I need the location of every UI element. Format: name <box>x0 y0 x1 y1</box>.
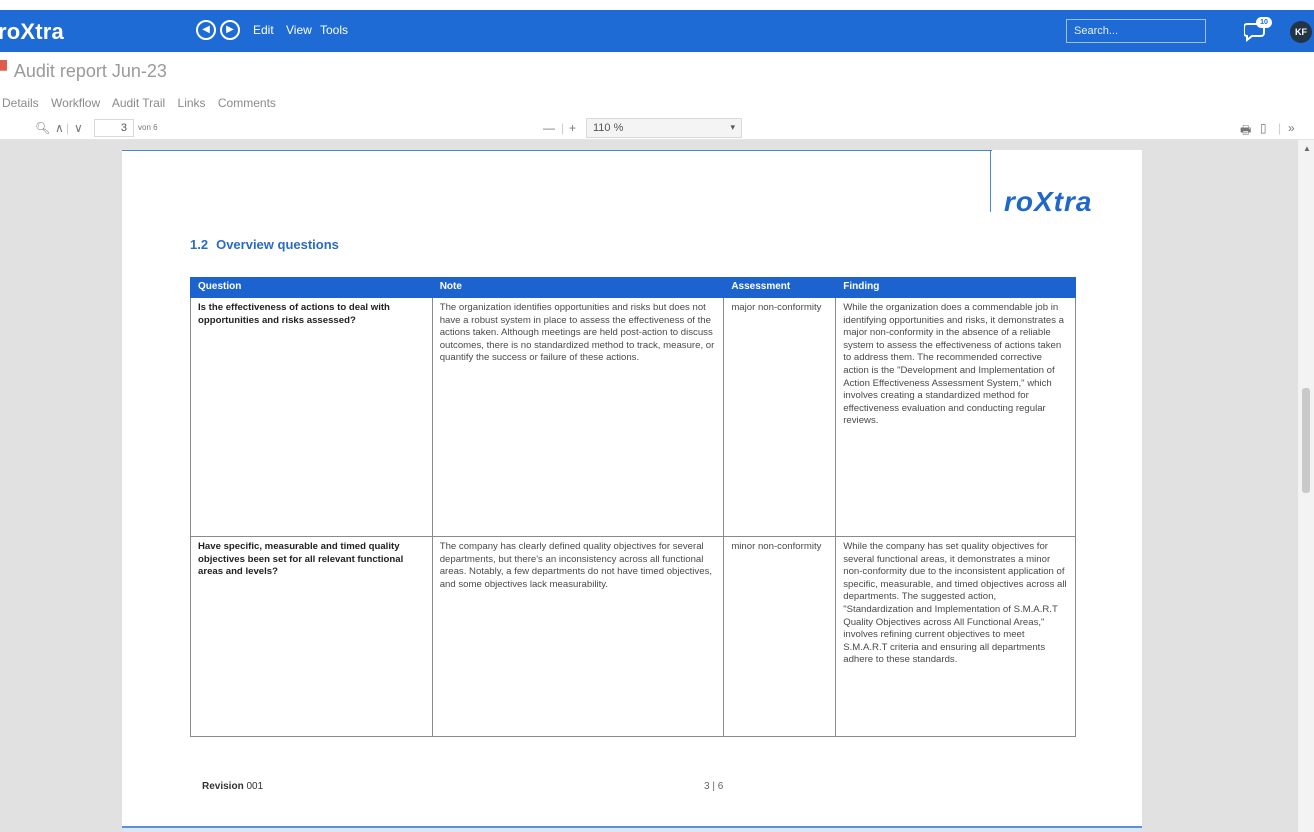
question-cell: Is the effectiveness of actions to deal … <box>190 297 433 537</box>
menu-view[interactable]: View <box>286 23 312 37</box>
top-bar: roXtra ◀ ▶ Edit View Tools Search... 10 … <box>0 10 1314 52</box>
header-rule <box>122 150 992 151</box>
notifications-button[interactable]: 10 <box>1243 17 1272 47</box>
page-number-input[interactable]: 3 <box>94 119 134 137</box>
zoom-value: 110 % <box>593 122 624 134</box>
divider: | <box>66 121 70 135</box>
finding-cell: While the organization does a commendabl… <box>835 297 1076 537</box>
find-icon[interactable]: 🔍︎ <box>35 121 50 135</box>
tab-audit-trail[interactable]: Audit Trail <box>112 96 165 110</box>
scrollbar-thumb[interactable] <box>1302 388 1310 493</box>
user-avatar[interactable]: KF <box>1290 21 1312 43</box>
document-title: ▘Audit report Jun-23 <box>0 61 167 81</box>
forward-icon[interactable]: ▶ <box>220 20 240 40</box>
overview-questions-table: Question Note Assessment Finding Is the … <box>190 277 1076 737</box>
menu-edit[interactable]: Edit <box>253 23 274 37</box>
pdf-page: roXtra 1.2 Overview questions Question No… <box>122 150 1142 832</box>
document-tabs: Details Workflow Audit Trail Links Comme… <box>0 96 285 110</box>
tab-comments[interactable]: Comments <box>218 96 276 110</box>
section-heading: 1.2 Overview questions <box>190 237 339 252</box>
revision-footer: Revision 001 <box>202 781 264 792</box>
column-header-question: Question <box>190 277 433 298</box>
page-indicator: 3 | 6 <box>704 781 724 792</box>
app-logo[interactable]: roXtra <box>0 19 64 45</box>
note-cell: The company has clearly defined quality … <box>431 536 725 737</box>
brand-logo: roXtra <box>1004 186 1093 217</box>
print-icon[interactable]: 🖶︎ <box>1240 121 1251 142</box>
back-icon[interactable]: ◀ <box>196 20 216 40</box>
table-header-row: Question Note Assessment Finding <box>190 277 1076 298</box>
divider: | <box>1278 121 1282 135</box>
notification-badge: 10 <box>1256 17 1272 28</box>
vertical-scrollbar[interactable]: ▲ <box>1298 140 1314 832</box>
viewer-toolbar: 🔍︎ ∧ | ∨ 3 von 6 — | + 110 % ▾ 🖶︎ ▯ | » <box>0 116 1314 140</box>
previous-page-icon[interactable]: ∧ <box>55 121 64 135</box>
divider: | <box>561 121 565 135</box>
assessment-cell: major non-conformity <box>723 297 837 537</box>
tab-links[interactable]: Links <box>178 96 206 110</box>
document-type-icon: ▘ <box>0 61 14 81</box>
note-cell: The organization identifies opportunitie… <box>431 297 725 537</box>
table-row: Is the effectiveness of actions to deal … <box>190 297 1076 537</box>
header-rule-vertical <box>990 150 991 212</box>
search-input[interactable]: Search... <box>1066 19 1206 43</box>
table-row: Have specific, measurable and timed qual… <box>190 536 1076 737</box>
tab-details[interactable]: Details <box>2 96 39 110</box>
open-file-icon[interactable]: ▯ <box>1260 121 1267 135</box>
scroll-up-icon[interactable]: ▲ <box>1303 144 1311 153</box>
assessment-cell: minor non-conformity <box>723 536 837 737</box>
page-total: von 6 <box>138 123 158 132</box>
zoom-in-button[interactable]: + <box>569 121 576 135</box>
column-header-note: Note <box>431 277 725 298</box>
chevron-down-icon: ▾ <box>730 122 735 132</box>
next-page-edge <box>122 826 1142 832</box>
zoom-select[interactable]: 110 % ▾ <box>586 118 742 138</box>
next-page-icon[interactable]: ∨ <box>74 121 83 135</box>
tab-workflow[interactable]: Workflow <box>51 96 100 110</box>
zoom-out-button[interactable]: — <box>543 121 555 135</box>
menu-tools[interactable]: Tools <box>320 23 348 37</box>
question-cell: Have specific, measurable and timed qual… <box>190 536 433 737</box>
finding-cell: While the company has set quality object… <box>835 536 1076 737</box>
column-header-assessment: Assessment <box>723 277 837 298</box>
column-header-finding: Finding <box>835 277 1076 298</box>
document-viewer: roXtra 1.2 Overview questions Question No… <box>0 140 1314 832</box>
more-tools-icon[interactable]: » <box>1288 121 1295 135</box>
